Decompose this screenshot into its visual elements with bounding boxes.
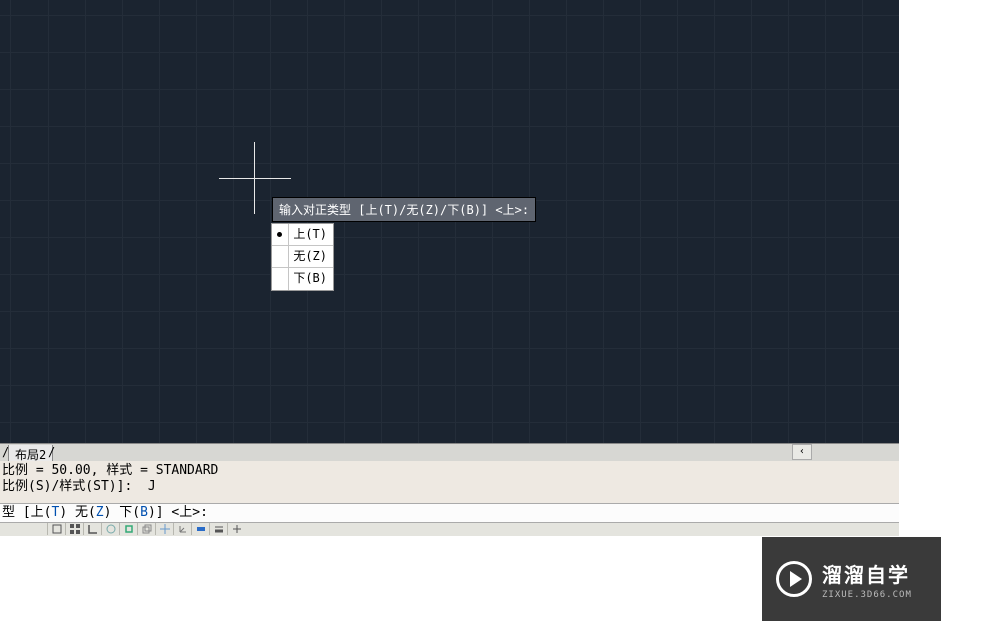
- option-label: 上(T): [293, 227, 327, 241]
- command-line: 比例(S)/样式(ST)]: J: [2, 479, 897, 495]
- grid-line: [492, 0, 493, 444]
- grid-line: [0, 15, 899, 16]
- polar-toggle-icon[interactable]: [101, 523, 119, 535]
- grid-line: [0, 348, 899, 349]
- grid-line: [159, 0, 160, 444]
- layout-tab-bar: / 布局2 /: [0, 443, 899, 461]
- grid-line: [122, 0, 123, 444]
- option-label: 无(Z): [293, 249, 327, 263]
- grid-line: [307, 0, 308, 444]
- watermark-logo: 溜溜自学 ZIXUE.3D66.COM: [762, 537, 941, 621]
- grid-line: [455, 0, 456, 444]
- ducs-toggle-icon[interactable]: [173, 523, 191, 535]
- command-history: 比例 = 50.00, 样式 = STANDARD 比例(S)/样式(ST)]:…: [0, 461, 899, 503]
- grid-line: [751, 0, 752, 444]
- grid-line: [529, 0, 530, 444]
- selected-bullet-icon: [277, 232, 282, 237]
- snap-toggle-icon[interactable]: [47, 523, 65, 535]
- logo-sub-text: ZIXUE.3D66.COM: [822, 590, 912, 600]
- osnap-toggle-icon[interactable]: [119, 523, 137, 535]
- logo-main-text: 溜溜自学: [822, 559, 912, 588]
- grid-line: [233, 0, 234, 444]
- tpy-toggle-icon[interactable]: [227, 523, 245, 535]
- grid-toggle-icon[interactable]: [65, 523, 83, 535]
- drawing-canvas[interactable]: 输入对正类型 [上(T)/无(Z)/下(B)] <上>: 上(T) 无(Z) 下…: [0, 0, 899, 444]
- grid-line: [0, 274, 899, 275]
- grid-line: [0, 385, 899, 386]
- grid-line: [603, 0, 604, 444]
- play-icon: [776, 561, 812, 597]
- grid-line: [0, 126, 899, 127]
- justify-options-menu: 上(T) 无(Z) 下(B): [271, 223, 334, 291]
- command-input[interactable]: 型 [上(T) 无(Z) 下(B)] <上>:: [0, 503, 899, 522]
- grid-line: [344, 0, 345, 444]
- grid-line: [85, 0, 86, 444]
- grid-line: [788, 0, 789, 444]
- grid-line: [10, 0, 11, 444]
- grid-line: [48, 0, 49, 444]
- option-bottom[interactable]: 下(B): [272, 268, 333, 290]
- grid-line: [677, 0, 678, 444]
- dynamic-input-tooltip: 输入对正类型 [上(T)/无(Z)/下(B)] <上>:: [272, 197, 536, 222]
- grid-line: [0, 422, 899, 423]
- grid-line: [196, 0, 197, 444]
- grid-line: [640, 0, 641, 444]
- grid-line: [0, 163, 899, 164]
- grid-line: [381, 0, 382, 444]
- grid-line: [0, 89, 899, 90]
- dyn-toggle-icon[interactable]: [191, 523, 209, 535]
- option-zero[interactable]: 无(Z): [272, 246, 333, 268]
- grid-line: [862, 0, 863, 444]
- option-label: 下(B): [293, 271, 327, 285]
- otrack-toggle-icon[interactable]: [155, 523, 173, 535]
- lwt-toggle-icon[interactable]: [209, 523, 227, 535]
- grid-line: [0, 237, 899, 238]
- scroll-left-arrow[interactable]: ‹: [792, 444, 812, 460]
- ortho-toggle-icon[interactable]: [83, 523, 101, 535]
- grid-line: [270, 0, 271, 444]
- tooltip-text: 输入对正类型 [上(T)/无(Z)/下(B)] <上>:: [279, 203, 529, 217]
- grid-line: [0, 311, 899, 312]
- grid-line: [825, 0, 826, 444]
- grid-line: [418, 0, 419, 444]
- grid-line: [714, 0, 715, 444]
- grid-line: [0, 52, 899, 53]
- command-line: 比例 = 50.00, 样式 = STANDARD: [2, 463, 897, 479]
- tab-edge-icon: /: [48, 445, 55, 459]
- grid-line: [566, 0, 567, 444]
- option-top[interactable]: 上(T): [272, 224, 333, 246]
- osnap3d-toggle-icon[interactable]: [137, 523, 155, 535]
- arrow-icon: ‹: [799, 446, 805, 457]
- status-bar: [0, 522, 899, 536]
